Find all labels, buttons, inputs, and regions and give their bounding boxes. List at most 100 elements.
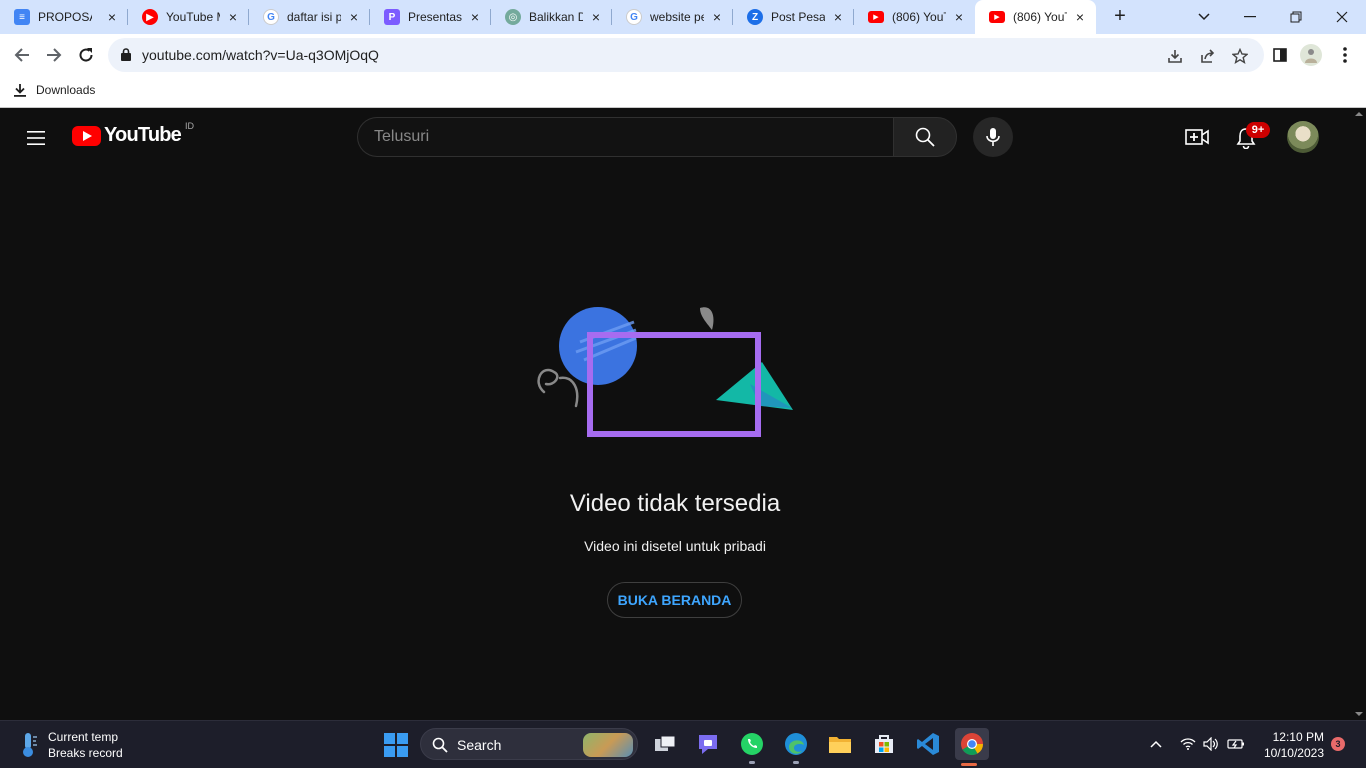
video-unavailable-illustration: [537, 307, 793, 437]
close-icon[interactable]: ×: [225, 9, 241, 25]
close-icon[interactable]: ×: [951, 9, 967, 25]
youtube-icon: ▶: [868, 11, 884, 23]
close-icon[interactable]: ×: [830, 9, 846, 25]
tab-label: website pe: [650, 10, 704, 24]
scrollbar[interactable]: [1352, 108, 1366, 720]
go-home-button[interactable]: BUKA BERANDA: [607, 582, 742, 618]
close-icon[interactable]: ×: [346, 9, 362, 25]
youtube-page: YouTube ID 9+ Video tidak tersedia Video…: [0, 108, 1366, 720]
account-avatar[interactable]: [1287, 121, 1319, 153]
install-app-icon[interactable]: [1166, 47, 1184, 65]
browser-tab[interactable]: ▶ (806) YouT ×: [854, 0, 975, 34]
reload-icon[interactable]: [74, 43, 98, 67]
taskbar-search[interactable]: Search: [420, 728, 638, 760]
url-text[interactable]: youtube.com/watch?v=Ua-q3OMjOqQ: [142, 47, 379, 63]
download-icon: [14, 83, 26, 97]
close-icon[interactable]: ×: [104, 9, 120, 25]
back-arrow-icon[interactable]: [10, 43, 34, 67]
search-input[interactable]: [358, 118, 894, 156]
unavailable-title: Video tidak tersedia: [569, 490, 781, 517]
tab-label: Post Pesa: [771, 10, 825, 24]
google-icon: G: [263, 9, 279, 25]
weather-widget[interactable]: Current temp Breaks record: [18, 729, 123, 761]
tab-label: YouTube M: [166, 10, 220, 24]
create-video-button[interactable]: [1184, 125, 1210, 149]
close-window-icon[interactable]: [1319, 0, 1365, 34]
browser-tab[interactable]: ≡ PROPOSAL ×: [0, 0, 128, 34]
weather-line1: Current temp: [48, 730, 119, 744]
browser-toolbar: youtube.com/watch?v=Ua-q3OMjOqQ: [0, 34, 1366, 76]
volume-icon[interactable]: [1201, 734, 1221, 754]
zoho-icon: Z: [747, 9, 763, 25]
tab-label: Balikkan D: [529, 10, 583, 24]
vscode-icon[interactable]: [914, 730, 942, 758]
share-icon[interactable]: [1199, 47, 1217, 65]
search-icon: [432, 737, 448, 753]
google-icon: G: [626, 9, 642, 25]
chatgpt-icon: ◎: [505, 9, 521, 25]
bookmark-star-icon[interactable]: [1231, 47, 1249, 65]
chevron-up-icon[interactable]: [1146, 734, 1166, 754]
presentation-icon: P: [384, 9, 400, 25]
search-highlight-image: [583, 733, 633, 757]
windows-taskbar: Current temp Breaks record Search 12:10 …: [0, 720, 1366, 768]
downloads-bookmark[interactable]: Downloads: [14, 83, 95, 97]
close-icon[interactable]: ×: [588, 9, 604, 25]
microphone-icon: [986, 128, 1000, 146]
lock-icon[interactable]: [121, 48, 131, 66]
country-code: ID: [184, 120, 194, 131]
search-icon: [915, 127, 935, 147]
side-panel-icon[interactable]: [1271, 46, 1289, 64]
teams-chat-icon[interactable]: [694, 730, 722, 758]
youtube-wordmark: YouTube: [104, 124, 182, 146]
tab-label: Presentasi: [408, 10, 462, 24]
browser-tab[interactable]: ◎ Balikkan D ×: [491, 0, 612, 34]
voice-search-button[interactable]: [973, 117, 1013, 157]
address-bar[interactable]: youtube.com/watch?v=Ua-q3OMjOqQ: [108, 38, 1264, 72]
restore-icon[interactable]: [1273, 0, 1319, 34]
browser-tab-active[interactable]: ▶ (806) YouT ×: [975, 0, 1096, 34]
tab-label: PROPOSAL: [38, 10, 92, 24]
search-button[interactable]: [893, 117, 957, 157]
taskbar-search-label: Search: [457, 737, 502, 753]
unavailable-subtitle: Video ini disetel untuk pribadi: [584, 538, 766, 554]
minimize-icon[interactable]: [1227, 0, 1273, 34]
youtube-logo[interactable]: YouTube ID: [72, 120, 194, 147]
chrome-icon[interactable]: [955, 728, 989, 766]
browser-tab[interactable]: G website pe ×: [612, 0, 733, 34]
profile-avatar-icon[interactable]: [1300, 44, 1322, 66]
browser-tab[interactable]: P Presentasi ×: [370, 0, 491, 34]
close-icon[interactable]: ×: [467, 9, 483, 25]
browser-tab[interactable]: Z Post Pesa ×: [733, 0, 854, 34]
battery-icon[interactable]: [1226, 734, 1246, 754]
browser-tab-strip: ≡ PROPOSAL × ▶ YouTube M × G daftar isi …: [0, 0, 1366, 34]
wifi-icon[interactable]: [1178, 734, 1198, 754]
create-video-icon: [1185, 129, 1209, 145]
tab-search-icon[interactable]: [1181, 0, 1227, 34]
hamburger-menu-icon[interactable]: [24, 126, 48, 150]
search-box: [357, 117, 894, 157]
tab-label: (806) YouT: [1013, 10, 1067, 24]
clock-time: 12:10 PM: [1272, 730, 1324, 744]
browser-tab[interactable]: ▶ YouTube M ×: [128, 0, 249, 34]
new-tab-button[interactable]: +: [1108, 5, 1132, 29]
youtube-play-icon: [72, 125, 101, 146]
system-clock[interactable]: 12:10 PM 10/10/2023: [1256, 729, 1324, 761]
clock-date: 10/10/2023: [1263, 746, 1324, 760]
microsoft-store-icon[interactable]: [870, 730, 898, 758]
close-icon[interactable]: ×: [709, 9, 725, 25]
close-icon[interactable]: ×: [1072, 9, 1088, 25]
tab-label: daftar isi p: [287, 10, 341, 24]
task-view-icon[interactable]: [651, 730, 679, 758]
whatsapp-icon[interactable]: [738, 730, 766, 764]
edge-icon[interactable]: [782, 730, 810, 764]
forward-arrow-icon[interactable]: [42, 43, 66, 67]
notification-center-badge[interactable]: 3: [1331, 737, 1345, 751]
more-menu-icon[interactable]: [1336, 46, 1354, 64]
windows-start-icon[interactable]: [384, 733, 408, 757]
youtube-music-icon: ▶: [142, 9, 158, 25]
bookmarks-bar: Downloads: [0, 76, 1366, 108]
file-explorer-icon[interactable]: [826, 730, 854, 758]
thermometer-icon: [23, 733, 37, 757]
browser-tab[interactable]: G daftar isi p ×: [249, 0, 370, 34]
